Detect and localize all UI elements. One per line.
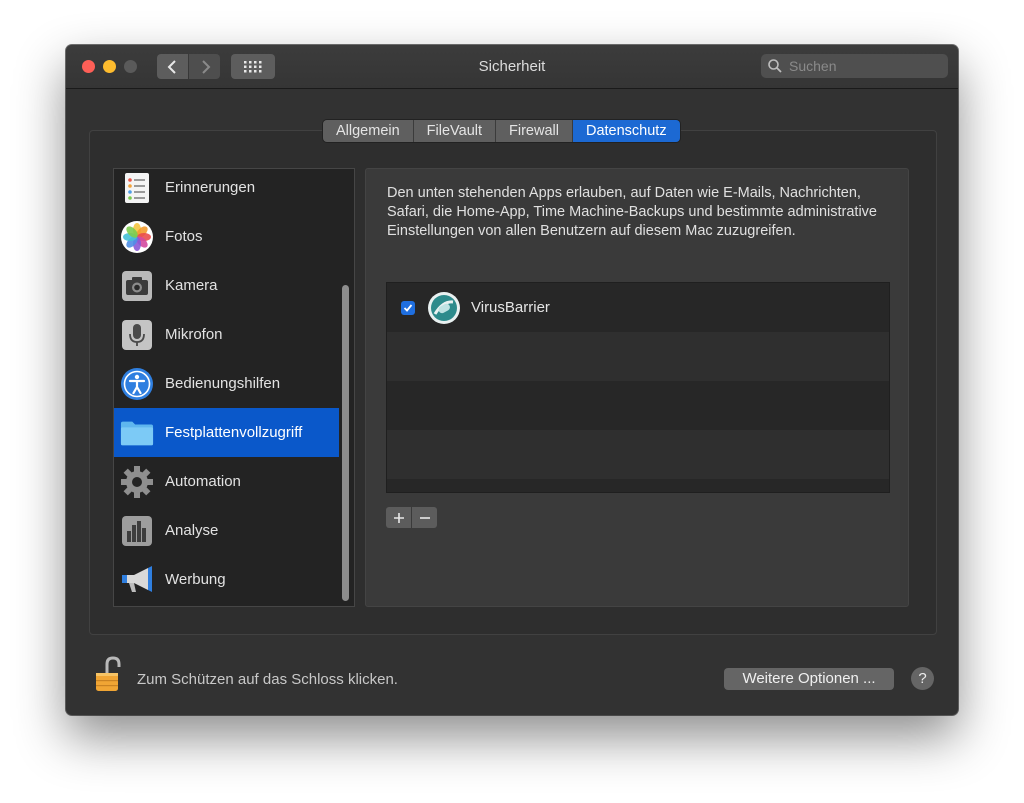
photos-icon (120, 220, 154, 254)
forward-button[interactable] (189, 54, 220, 79)
search-input[interactable] (787, 57, 941, 75)
folder-icon (120, 416, 154, 450)
sidebar-item-werbung[interactable]: Werbung (114, 555, 339, 604)
add-remove-controls (386, 507, 437, 528)
tab-allgemein[interactable]: Allgemein (323, 120, 414, 142)
add-app-button[interactable] (386, 507, 411, 528)
search-icon (768, 59, 782, 73)
tab-datenschutz[interactable]: Datenschutz (572, 120, 680, 142)
more-options-button[interactable]: Weitere Optionen ... (724, 668, 894, 690)
full-disk-access-panel: Den unten stehenden Apps erlauben, auf D… (365, 168, 909, 607)
list-empty-row (387, 430, 889, 479)
sidebar-item-analyse[interactable]: Analyse (114, 506, 339, 555)
chevron-right-icon (201, 59, 210, 74)
sidebar-item-label: Kamera (165, 277, 218, 294)
system-preferences-window: Sicherheit Suchen Allgemein FileVault Fi… (66, 45, 958, 715)
sidebar-item-label: Fotos (165, 228, 203, 245)
unlocked-padlock-icon[interactable] (95, 656, 123, 692)
microphone-icon (120, 318, 154, 352)
sidebar-item-label: Erinnerungen (165, 179, 256, 196)
sidebar-item-automation[interactable]: Automation (114, 457, 339, 506)
analytics-icon (120, 514, 154, 548)
tab-bar: Allgemein FileVault Firewall Datenschutz (323, 120, 680, 142)
tab-filevault[interactable]: FileVault (413, 120, 497, 142)
lock-hint-text: Zum Schützen auf das Schloss klicken. (137, 671, 398, 688)
panel-description: Den unten stehenden Apps erlauben, auf D… (387, 185, 877, 239)
sidebar-item-label: Mikrofon (165, 326, 223, 343)
checkmark-icon (403, 303, 413, 312)
accessibility-icon (120, 367, 154, 401)
sidebar-item-kamera[interactable]: Kamera (114, 261, 339, 310)
back-button[interactable] (157, 54, 188, 79)
close-window-button[interactable] (82, 60, 95, 73)
sidebar-item-label: Bedienungshilfen (165, 375, 281, 392)
app-list: VirusBarrier (386, 282, 890, 493)
plus-icon (393, 512, 404, 523)
list-empty-row (387, 332, 889, 381)
title-bar: Sicherheit (66, 45, 958, 89)
grid-icon (244, 60, 262, 72)
sidebar-item-label: Festplattenvollzugriff (165, 424, 303, 441)
help-button[interactable]: ? (911, 667, 934, 690)
list-empty-row (387, 479, 889, 492)
reminders-icon (120, 171, 154, 205)
chevron-left-icon (167, 59, 176, 74)
virusbarrier-icon (428, 291, 460, 324)
sidebar-item-erinnerungen[interactable]: Erinnerungen (114, 169, 339, 212)
sidebar-item-festplattenvollzugriff[interactable]: Festplattenvollzugriff (114, 408, 339, 457)
sidebar-item-label: Automation (165, 473, 241, 490)
app-name: VirusBarrier (471, 299, 550, 316)
sidebar-item-fotos[interactable]: Fotos (114, 212, 339, 261)
app-row-virusbarrier[interactable]: VirusBarrier (387, 283, 889, 332)
tab-firewall[interactable]: Firewall (496, 120, 573, 142)
gear-icon (120, 465, 154, 499)
minimize-window-button[interactable] (103, 60, 116, 73)
camera-icon (120, 269, 154, 303)
search-field[interactable] (761, 54, 948, 78)
remove-app-button[interactable] (412, 507, 437, 528)
sidebar-item-bedienungshilfen[interactable]: Bedienungshilfen (114, 359, 339, 408)
sidebar-item-label: Analyse (165, 522, 219, 539)
sidebar-item-label: Werbung (165, 571, 226, 588)
list-empty-row (387, 381, 889, 430)
app-checkbox[interactable] (401, 300, 415, 315)
sidebar-scrollbar[interactable] (342, 285, 349, 601)
show-all-button[interactable] (231, 54, 275, 79)
privacy-category-list: Erinnerungen Fotos Kamera Mikrofon Bedie… (113, 168, 355, 607)
zoom-window-button[interactable] (124, 60, 137, 73)
megaphone-icon (120, 563, 154, 597)
minus-icon (419, 516, 430, 519)
sidebar-item-mikrofon[interactable]: Mikrofon (114, 310, 339, 359)
